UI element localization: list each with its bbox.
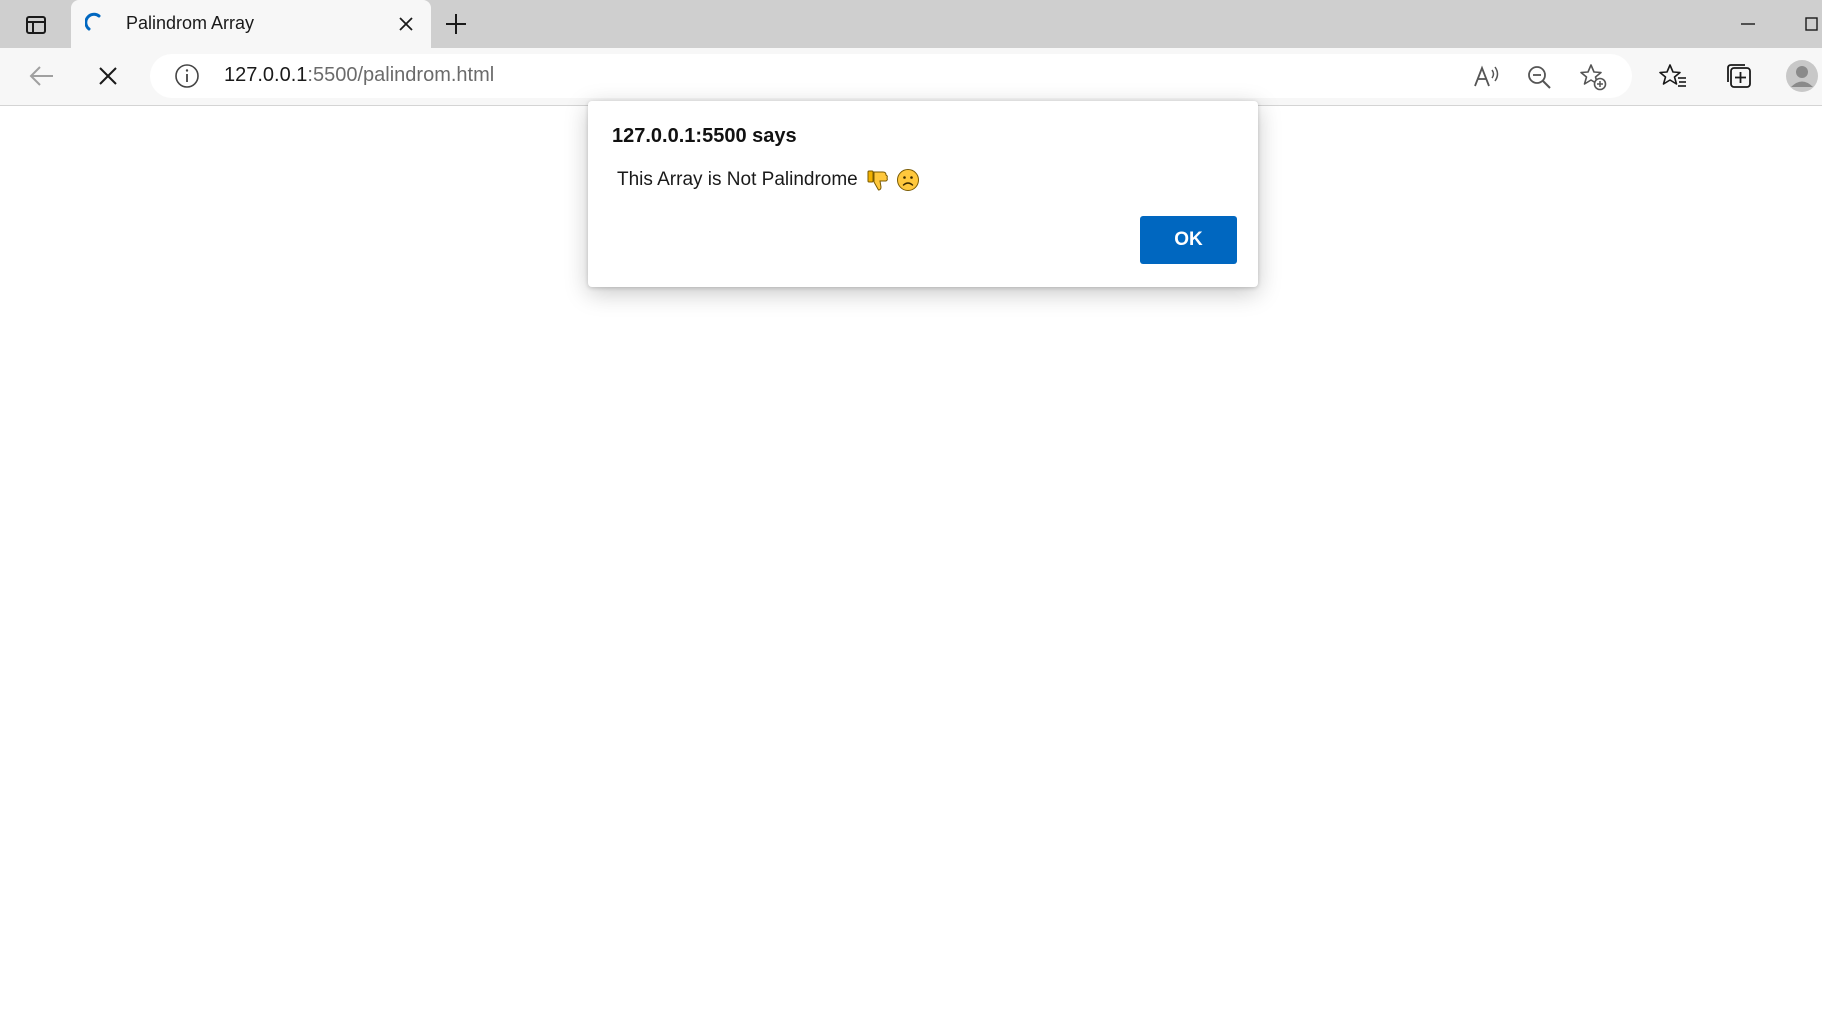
minimize-icon <box>1741 23 1755 25</box>
browser-toolbar: 127.0.0.1:5500/palindrom.html <box>0 48 1822 106</box>
new-tab-button[interactable] <box>440 9 472 39</box>
ok-button[interactable]: OK <box>1140 216 1237 264</box>
thumbs-down-icon <box>867 170 888 191</box>
close-icon <box>99 67 117 85</box>
url-text: 127.0.0.1:5500/palindrom.html <box>224 64 494 87</box>
read-aloud-icon <box>1474 65 1499 87</box>
frowning-face-icon <box>896 169 919 191</box>
dialog-title: 127.0.0.1:5500 says <box>612 125 797 147</box>
minimize-button[interactable] <box>1733 12 1763 36</box>
tab-close-button[interactable] <box>395 13 417 35</box>
zoom-out-icon <box>1528 66 1551 89</box>
collections-button[interactable] <box>1719 56 1759 96</box>
maximize-button[interactable] <box>1800 12 1822 36</box>
zoom-out-button[interactable] <box>1524 62 1554 92</box>
tab-title: Palindrom Array <box>126 13 255 33</box>
plus-icon <box>446 14 466 34</box>
address-bar[interactable]: 127.0.0.1:5500/palindrom.html <box>150 54 1632 98</box>
favorites-button[interactable] <box>1653 56 1693 96</box>
tab-palindrom-array[interactable]: Palindrom Array <box>71 0 431 48</box>
add-favorite-button[interactable] <box>1578 62 1608 92</box>
read-aloud-button[interactable] <box>1472 62 1502 92</box>
dialog-message-text: This Array is Not Palindrome <box>617 169 858 190</box>
info-icon <box>175 64 199 88</box>
avatar-icon <box>1786 60 1818 92</box>
profile-button[interactable] <box>1785 56 1822 96</box>
arrow-left-icon <box>29 66 53 86</box>
site-info-button[interactable] <box>174 63 200 89</box>
back-button[interactable] <box>22 56 62 96</box>
alert-dialog: 127.0.0.1:5500 says This Array is Not Pa… <box>588 101 1258 287</box>
stop-loading-button[interactable] <box>88 56 128 96</box>
loading-spinner-icon <box>85 12 101 31</box>
dialog-message: This Array is Not Palindrome <box>617 168 920 192</box>
tab-actions-icon <box>26 16 46 34</box>
favorites-icon <box>1659 64 1686 87</box>
collections-icon <box>1727 64 1751 88</box>
url-path: :5500/palindrom.html <box>307 64 495 86</box>
tab-actions-button[interactable] <box>16 10 56 40</box>
url-host: 127.0.0.1 <box>224 64 308 86</box>
star-add-icon <box>1580 64 1607 91</box>
tab-strip: Palindrom Array <box>0 0 1822 48</box>
close-icon <box>399 17 413 31</box>
maximize-icon <box>1805 17 1818 31</box>
